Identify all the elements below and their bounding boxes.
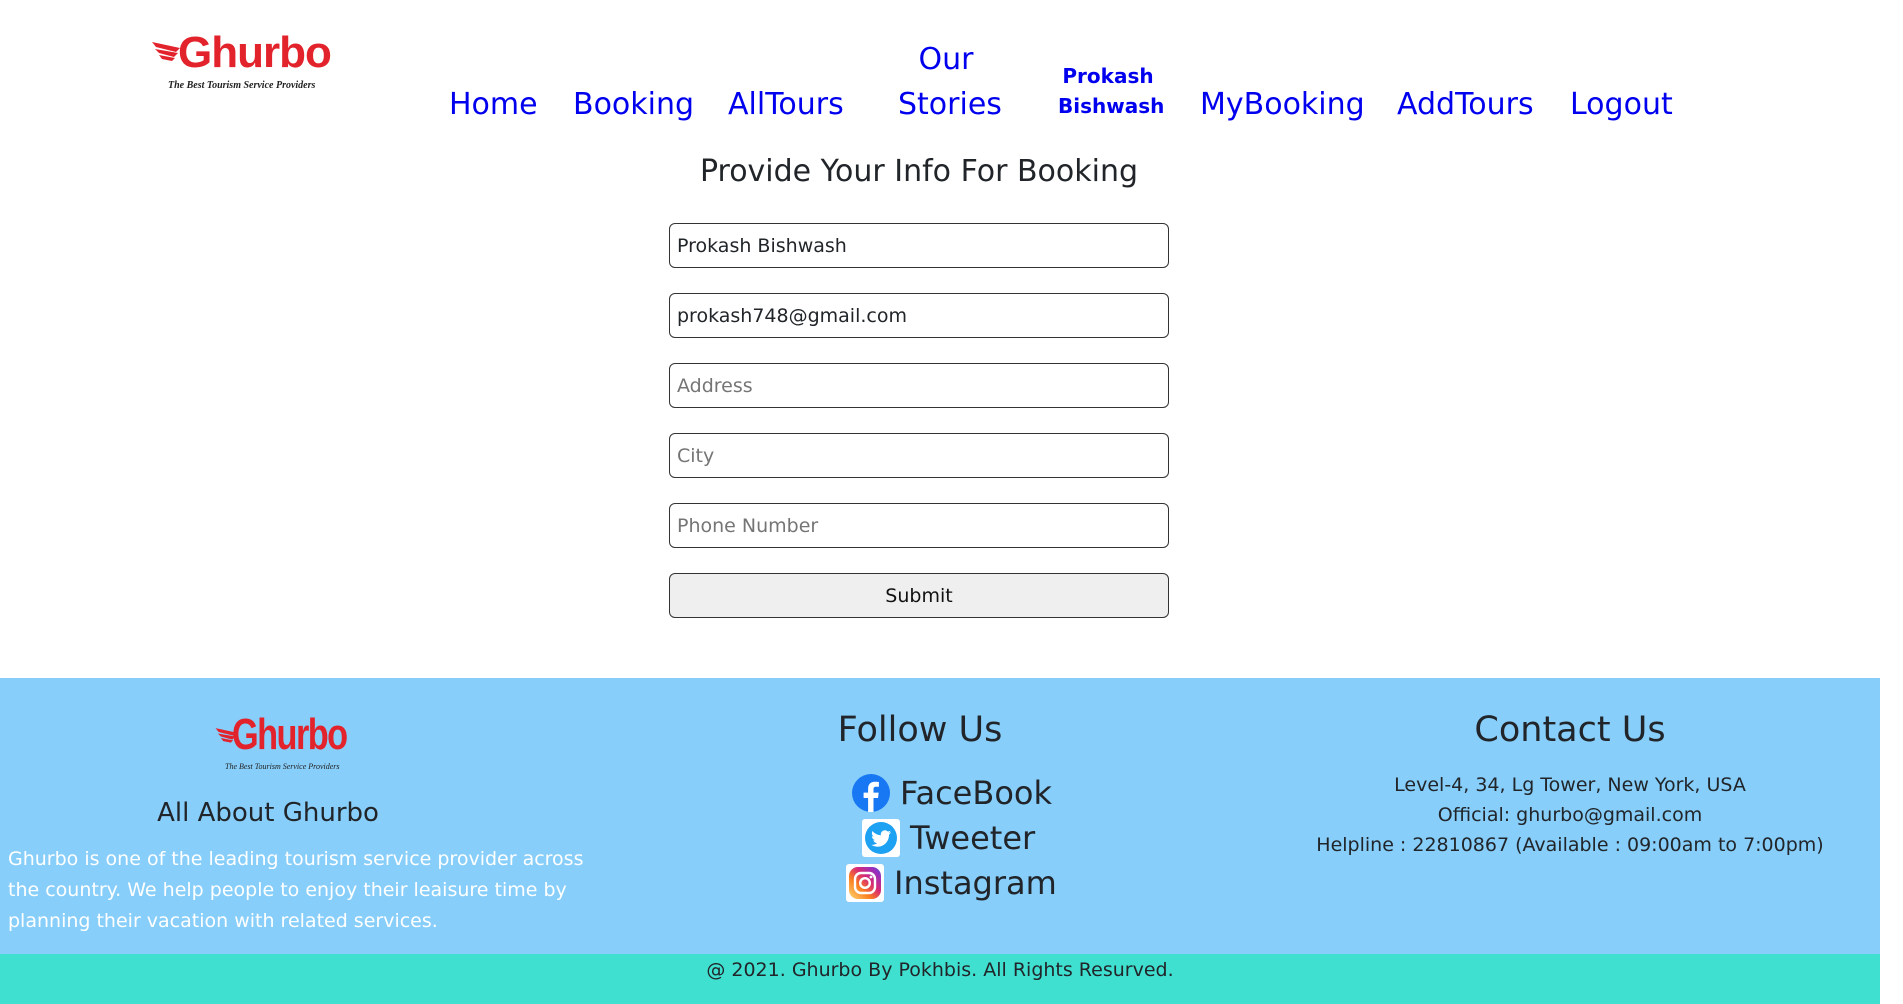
nav-user-line2: Bishwash xyxy=(1058,94,1165,118)
facebook-label: FaceBook xyxy=(900,774,1052,812)
page-gutter xyxy=(1880,0,1903,1004)
city-input[interactable] xyxy=(669,433,1169,478)
booking-form-title: Provide Your Info For Booking xyxy=(699,154,1139,189)
about-title: All About Ghurbo xyxy=(157,798,379,828)
facebook-link[interactable]: FaceBook xyxy=(852,774,1052,812)
footer-logo-tagline: The Best Tourism Service Providers xyxy=(225,762,340,771)
name-field[interactable] xyxy=(669,223,1169,268)
nav-mybooking[interactable]: MyBooking xyxy=(1200,87,1365,123)
submit-button[interactable]: Submit xyxy=(669,573,1169,618)
address-input[interactable] xyxy=(669,363,1169,408)
email-field[interactable] xyxy=(669,293,1169,338)
twitter-icon xyxy=(862,819,900,857)
contact-us-title: Contact Us xyxy=(1474,710,1666,750)
about-text: Ghurbo is one of the leading tourism ser… xyxy=(8,848,584,932)
site-header: Ghurbo The Best Tourism Service Provider… xyxy=(0,0,1903,150)
footer-logo-word: Ghurbo xyxy=(232,710,348,759)
facebook-icon xyxy=(852,774,890,812)
nav-booking[interactable]: Booking xyxy=(573,87,694,123)
twitter-link[interactable]: Tweeter xyxy=(862,819,1035,857)
nav-logout[interactable]: Logout xyxy=(1570,87,1673,123)
nav-our-stories[interactable]: Our Stories xyxy=(898,37,1002,127)
contact-address: Level-4, 34, Lg Tower, New York, USA xyxy=(1394,774,1746,796)
instagram-icon xyxy=(846,864,884,902)
contact-official-email: Official: ghurbo@gmail.com xyxy=(1437,804,1703,826)
nav-user-name[interactable]: Prokash Bishwash xyxy=(1058,61,1164,121)
nav-user-line1: Prokash xyxy=(1062,64,1154,88)
twitter-label: Tweeter xyxy=(910,819,1036,857)
copyright-bar: @ 2021. Ghurbo By Pokhbis. All Rights Re… xyxy=(0,954,1880,1004)
site-footer: Ghurbo The Best Tourism Service Provider… xyxy=(0,678,1880,954)
phone-input[interactable] xyxy=(669,503,1169,548)
copyright-text: @ 2021. Ghurbo By Pokhbis. All Rights Re… xyxy=(706,959,1174,981)
logo-tagline: The Best Tourism Service Providers xyxy=(168,80,316,91)
logo-word: Ghurbo xyxy=(178,28,332,77)
nav-alltours[interactable]: AllTours xyxy=(728,87,844,123)
contact-helpline: Helpline : 22810867 (Available : 09:00am… xyxy=(1316,834,1824,856)
nav-our-stories-line1: Our xyxy=(918,42,974,77)
nav-home[interactable]: Home xyxy=(449,87,538,123)
follow-us-title: Follow Us xyxy=(837,710,1003,750)
instagram-link[interactable]: Instagram xyxy=(846,864,1057,902)
booking-form: Submit xyxy=(669,223,1169,618)
nav-addtours[interactable]: AddTours xyxy=(1397,87,1534,123)
instagram-label: Instagram xyxy=(894,864,1057,902)
ghurbo-logo[interactable]: Ghurbo The Best Tourism Service Provider… xyxy=(150,28,332,98)
nav-our-stories-line2: Stories xyxy=(898,87,1002,122)
footer-logo: Ghurbo The Best Tourism Service Provider… xyxy=(210,710,348,772)
